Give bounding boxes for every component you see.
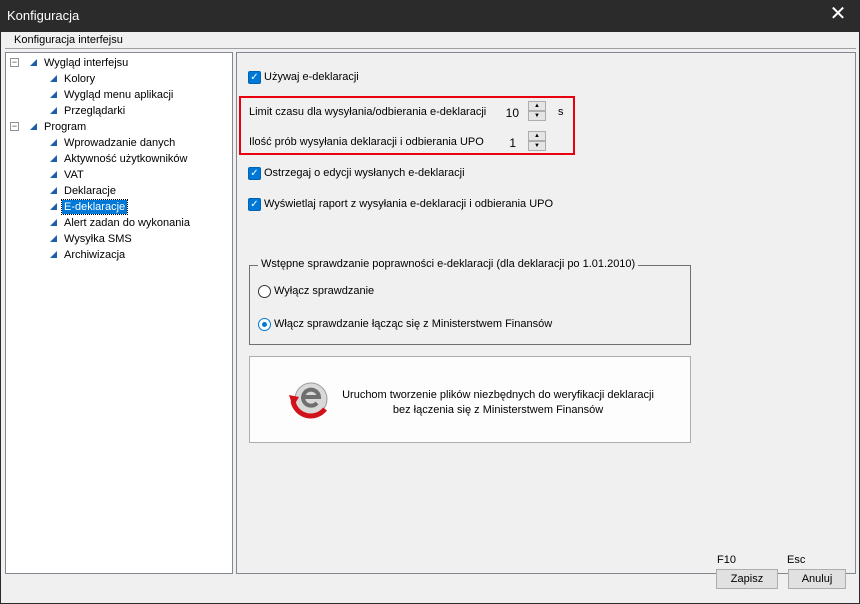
tree-item[interactable]: VAT bbox=[10, 168, 230, 183]
tree-node-icon bbox=[50, 187, 57, 194]
tree-item-label: VAT bbox=[64, 169, 84, 181]
settings-tree[interactable]: − Wygląd interfejsu Kolory Wygląd menu apli… bbox=[5, 52, 233, 574]
cancel-button[interactable]: Anuluj bbox=[788, 569, 846, 589]
warn-edit-label: Ostrzegaj o edycji wysłanych e-deklaracj… bbox=[264, 167, 465, 179]
show-report-label: Wyświetlaj raport z wysyłania e-deklarac… bbox=[264, 198, 554, 210]
tree-item-label: Wygląd interfejsu bbox=[44, 57, 129, 69]
dialog-client: Konfiguracja interfejsu − Wygląd interfej… bbox=[1, 32, 859, 603]
highlight-box: Limit czasu dla wysyłania/odbierania e-d… bbox=[239, 96, 575, 155]
validation-off-label[interactable]: Wyłącz sprawdzanie bbox=[274, 285, 374, 297]
tree-node-icon bbox=[50, 171, 57, 178]
attempts-value[interactable]: 1 bbox=[500, 136, 516, 150]
tree-item[interactable]: Wysyłka SMS bbox=[10, 232, 230, 247]
tree-item[interactable]: Kolory bbox=[10, 72, 230, 87]
tree-item-label: Alert zadan do wykonania bbox=[64, 217, 190, 229]
time-limit-unit: s bbox=[558, 106, 564, 118]
use-edeclarations-option[interactable]: ✓ Używaj e-deklaracji bbox=[248, 70, 448, 86]
attempts-spinner[interactable]: ▲ ▼ bbox=[528, 131, 546, 151]
tree-item[interactable]: − Program bbox=[10, 120, 230, 135]
validation-legend: Wstępne sprawdzanie poprawności e-deklar… bbox=[258, 258, 639, 270]
tree-node-icon bbox=[30, 123, 37, 130]
time-limit-label: Limit czasu dla wysyłania/odbierania e-d… bbox=[249, 106, 487, 118]
use-edeclarations-label: Używaj e-deklaracji bbox=[264, 71, 359, 83]
tree-item-label: Wysyłka SMS bbox=[64, 233, 132, 245]
show-report-option[interactable]: ✓ Wyświetlaj raport z wysyłania e-deklar… bbox=[248, 197, 608, 213]
tree-node-icon bbox=[50, 107, 57, 114]
tree-item[interactable]: Wprowadzanie danych bbox=[10, 136, 230, 151]
collapse-icon[interactable]: − bbox=[10, 122, 19, 131]
tree-item-label: Deklaracje bbox=[64, 185, 116, 197]
save-button[interactable]: Zapisz bbox=[716, 569, 778, 589]
generate-files-line2: bez łączenia się z Ministerstwem Finansó… bbox=[392, 404, 604, 416]
attempts-label: Ilość prób wysyłania deklaracji i odbier… bbox=[249, 136, 484, 148]
tree-node-icon bbox=[50, 91, 57, 98]
tree-item[interactable]: Przeglądarki bbox=[10, 104, 230, 119]
settings-panel: ✓ Używaj e-deklaracji Limit czasu dla wy… bbox=[236, 52, 856, 574]
tree-item-label: Program bbox=[44, 121, 87, 133]
warn-edit-option[interactable]: ✓ Ostrzegaj o edycji wysłanych e-deklara… bbox=[248, 166, 508, 182]
save-shortcut-hint: F10 bbox=[717, 554, 736, 566]
cancel-shortcut-hint: Esc bbox=[787, 554, 806, 566]
generate-files-line1: Uruchom tworzenie plików niezbędnych do … bbox=[342, 389, 654, 401]
tree-item-label: Archiwizacja bbox=[64, 249, 126, 261]
generate-files-button[interactable]: Uruchom tworzenie plików niezbędnych do … bbox=[249, 356, 691, 443]
title-bar: Konfiguracja ✕ bbox=[0, 0, 860, 32]
tree-item[interactable]: − Wygląd interfejsu bbox=[10, 56, 230, 71]
tree-item-label: Kolory bbox=[64, 73, 96, 85]
use-edeclarations-checkbox[interactable]: ✓ bbox=[248, 71, 261, 84]
tree-item-label: Wprowadzanie danych bbox=[64, 137, 176, 149]
tree-item-label: Wygląd menu aplikacji bbox=[64, 89, 174, 101]
tree-node-icon bbox=[50, 75, 57, 82]
tree-item[interactable]: Deklaracje bbox=[10, 184, 230, 199]
spin-up-icon[interactable]: ▲ bbox=[528, 101, 546, 111]
tree-node-icon bbox=[50, 219, 57, 226]
validation-off-radio[interactable] bbox=[258, 285, 271, 298]
collapse-icon[interactable]: − bbox=[10, 58, 19, 67]
tree-item-label: Przeglądarki bbox=[64, 105, 126, 117]
tree-item-label: Aktywność użytkowników bbox=[64, 153, 188, 165]
close-icon[interactable]: ✕ bbox=[824, 2, 852, 28]
spin-down-icon[interactable]: ▼ bbox=[528, 111, 546, 121]
warn-edit-checkbox[interactable]: ✓ bbox=[248, 167, 261, 180]
spin-up-icon[interactable]: ▲ bbox=[528, 131, 546, 141]
show-report-checkbox[interactable]: ✓ bbox=[248, 198, 261, 211]
time-limit-value[interactable]: 10 bbox=[503, 106, 519, 120]
tree-item[interactable]: Aktywność użytkowników bbox=[10, 152, 230, 167]
tree-node-icon bbox=[50, 155, 57, 162]
tree-node-icon bbox=[50, 235, 57, 242]
tree-node-icon bbox=[50, 251, 57, 258]
window-title: Konfiguracja bbox=[7, 8, 80, 23]
tree-node-icon bbox=[50, 203, 57, 210]
validation-on-label[interactable]: Włącz sprawdzanie łącząc się z Ministers… bbox=[274, 318, 552, 330]
tree-item[interactable]: Archiwizacja bbox=[10, 248, 230, 263]
header-divider bbox=[5, 48, 856, 49]
tree-item[interactable]: Wygląd menu aplikacji bbox=[10, 88, 230, 103]
time-limit-spinner[interactable]: ▲ ▼ bbox=[528, 101, 546, 121]
tree-node-icon bbox=[50, 139, 57, 146]
validation-on-radio[interactable] bbox=[258, 318, 271, 331]
spin-down-icon[interactable]: ▼ bbox=[528, 141, 546, 151]
tree-item[interactable]: E-deklaracje bbox=[10, 199, 230, 215]
section-header: Konfiguracja interfejsu bbox=[14, 34, 123, 46]
tree-item-label: E-deklaracje bbox=[60, 199, 129, 215]
validation-groupbox: Wstępne sprawdzanie poprawności e-deklar… bbox=[249, 258, 691, 345]
tree-node-icon bbox=[30, 59, 37, 66]
tree-item[interactable]: Alert zadan do wykonania bbox=[10, 216, 230, 231]
